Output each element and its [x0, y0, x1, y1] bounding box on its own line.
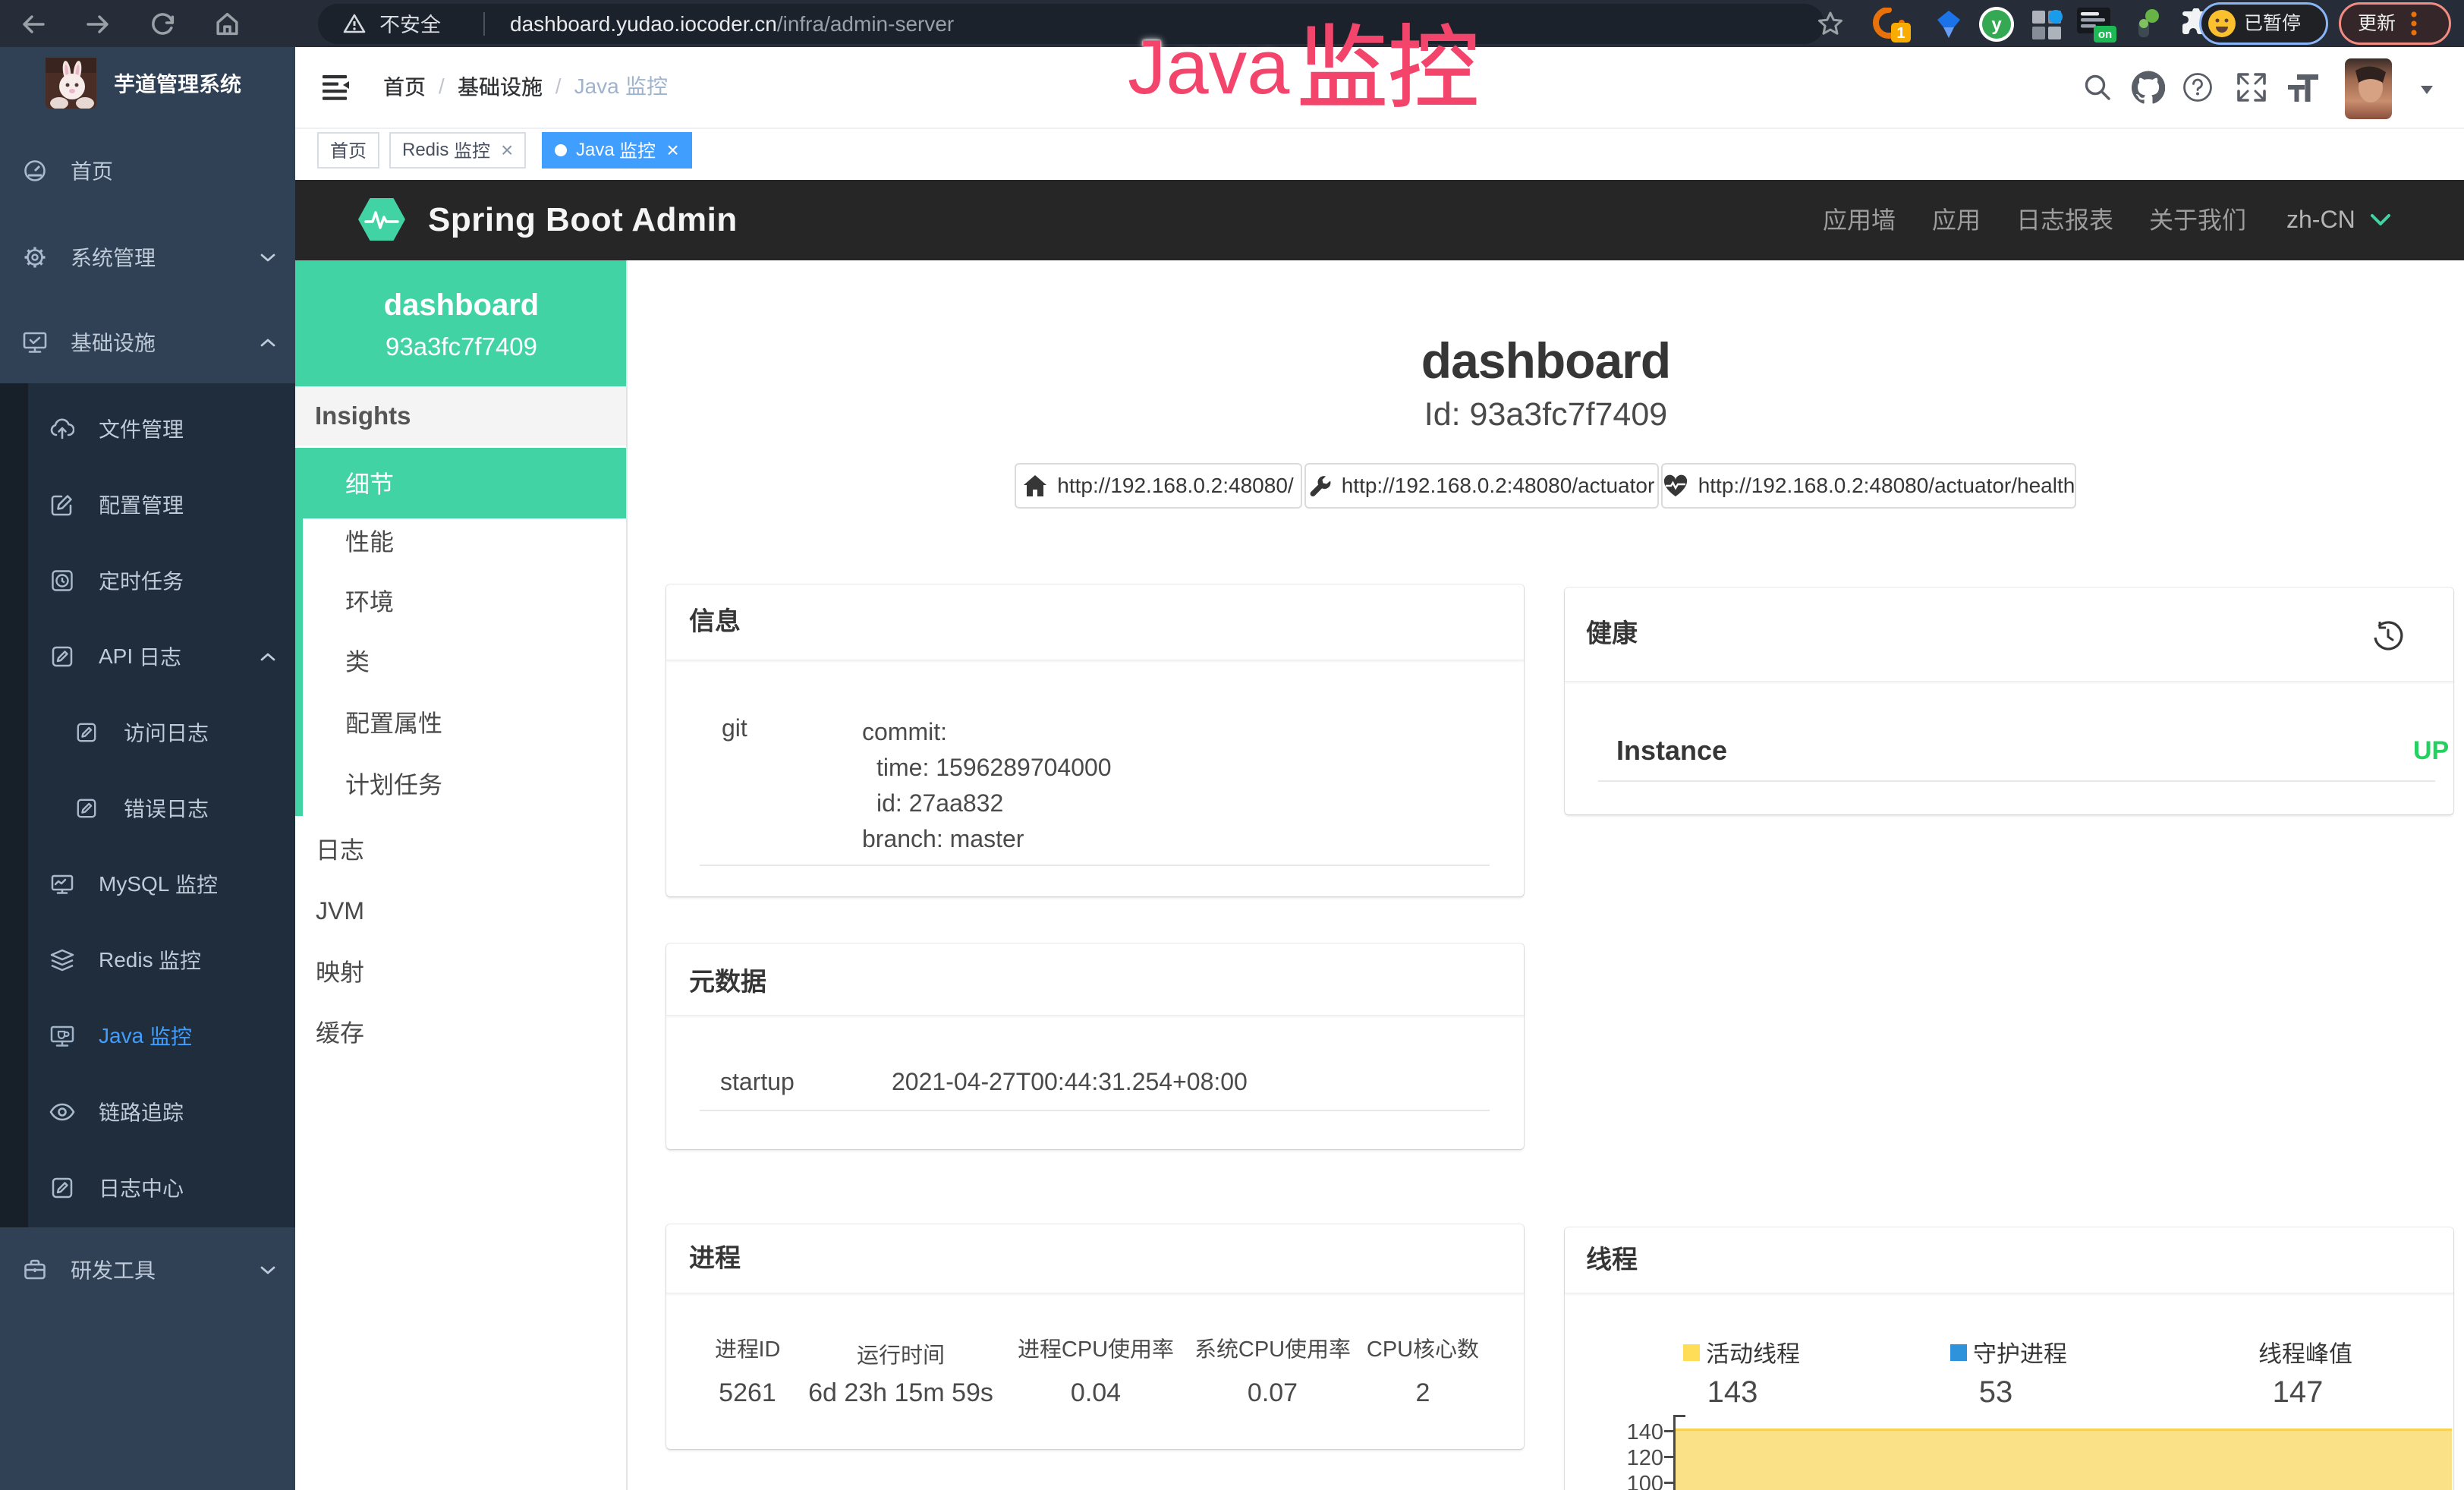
svg-text:1: 1	[1896, 25, 1905, 42]
svg-text:y: y	[1991, 14, 2002, 35]
svg-text:on: on	[2098, 28, 2112, 41]
